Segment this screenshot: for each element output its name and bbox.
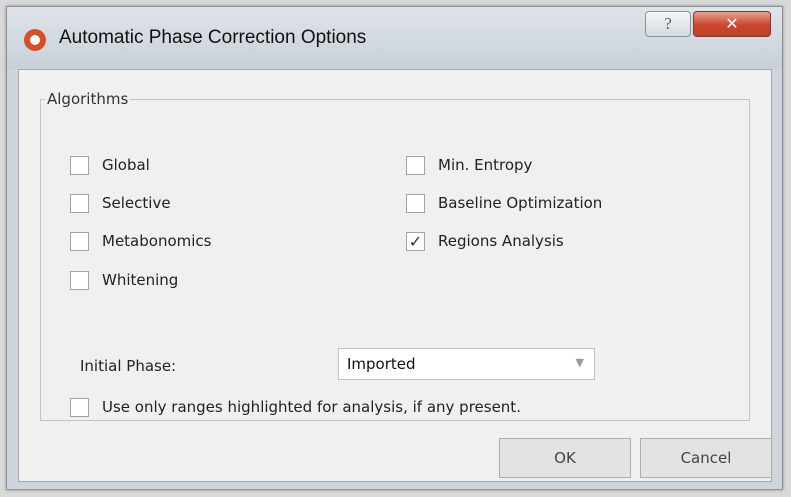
- checkbox-label: Use only ranges highlighted for analysis…: [102, 398, 521, 416]
- checkbox-box[interactable]: [406, 155, 425, 175]
- checkbox-box[interactable]: [70, 231, 89, 251]
- dialog-window: Automatic Phase Correction Options ? ✕ A…: [6, 6, 783, 490]
- title-bar[interactable]: Automatic Phase Correction Options ? ✕: [7, 7, 782, 69]
- checkbox-label: Baseline Optimization: [438, 194, 603, 212]
- help-button[interactable]: ?: [645, 11, 691, 37]
- checkbox-selective[interactable]: Selective: [70, 191, 171, 215]
- algorithms-group-label: Algorithms: [47, 90, 129, 108]
- checkbox-whitening[interactable]: Whitening: [70, 268, 178, 292]
- check-mark-icon: ✓: [408, 231, 423, 251]
- algorithms-group: Algorithms Global Selective Metabonomics…: [40, 90, 750, 421]
- initial-phase-value: Imported: [347, 355, 416, 373]
- checkbox-baseline-optimization[interactable]: Baseline Optimization: [406, 191, 602, 215]
- checkbox-label: Min. Entropy: [438, 156, 533, 174]
- dropdown-arrow-icon[interactable]: ▼: [576, 356, 584, 369]
- ok-button[interactable]: OK: [499, 438, 631, 478]
- dialog-title: Automatic Phase Correction Options: [59, 27, 367, 48]
- checkbox-box[interactable]: [70, 155, 89, 175]
- checkbox-box[interactable]: [70, 193, 89, 213]
- checkbox-metabonomics[interactable]: Metabonomics: [70, 229, 211, 253]
- initial-phase-label: Initial Phase:: [80, 357, 177, 375]
- checkbox-box[interactable]: [70, 270, 89, 290]
- checkbox-use-highlighted-ranges[interactable]: Use only ranges highlighted for analysis…: [70, 395, 521, 419]
- app-icon: [24, 29, 46, 51]
- initial-phase-dropdown[interactable]: Imported ▼: [338, 348, 595, 380]
- close-button[interactable]: ✕: [693, 11, 771, 37]
- checkbox-label: Global: [102, 156, 150, 174]
- cancel-button[interactable]: Cancel: [640, 438, 772, 478]
- checkbox-label: Regions Analysis: [438, 232, 564, 250]
- close-icon: ✕: [725, 14, 739, 33]
- question-mark-icon: ?: [664, 14, 672, 33]
- checkbox-box[interactable]: [70, 397, 89, 417]
- checkbox-label: Whitening: [102, 271, 179, 289]
- checkbox-label: Selective: [102, 194, 171, 212]
- checkbox-regions-analysis[interactable]: ✓ Regions Analysis: [406, 229, 564, 253]
- checkbox-min-entropy[interactable]: Min. Entropy: [406, 153, 532, 177]
- checkbox-label: Metabonomics: [102, 232, 212, 250]
- checkbox-global[interactable]: Global: [70, 153, 150, 177]
- dialog-body: Algorithms Global Selective Metabonomics…: [18, 69, 772, 482]
- checkbox-box-checked[interactable]: ✓: [406, 231, 425, 251]
- checkbox-box[interactable]: [406, 193, 425, 213]
